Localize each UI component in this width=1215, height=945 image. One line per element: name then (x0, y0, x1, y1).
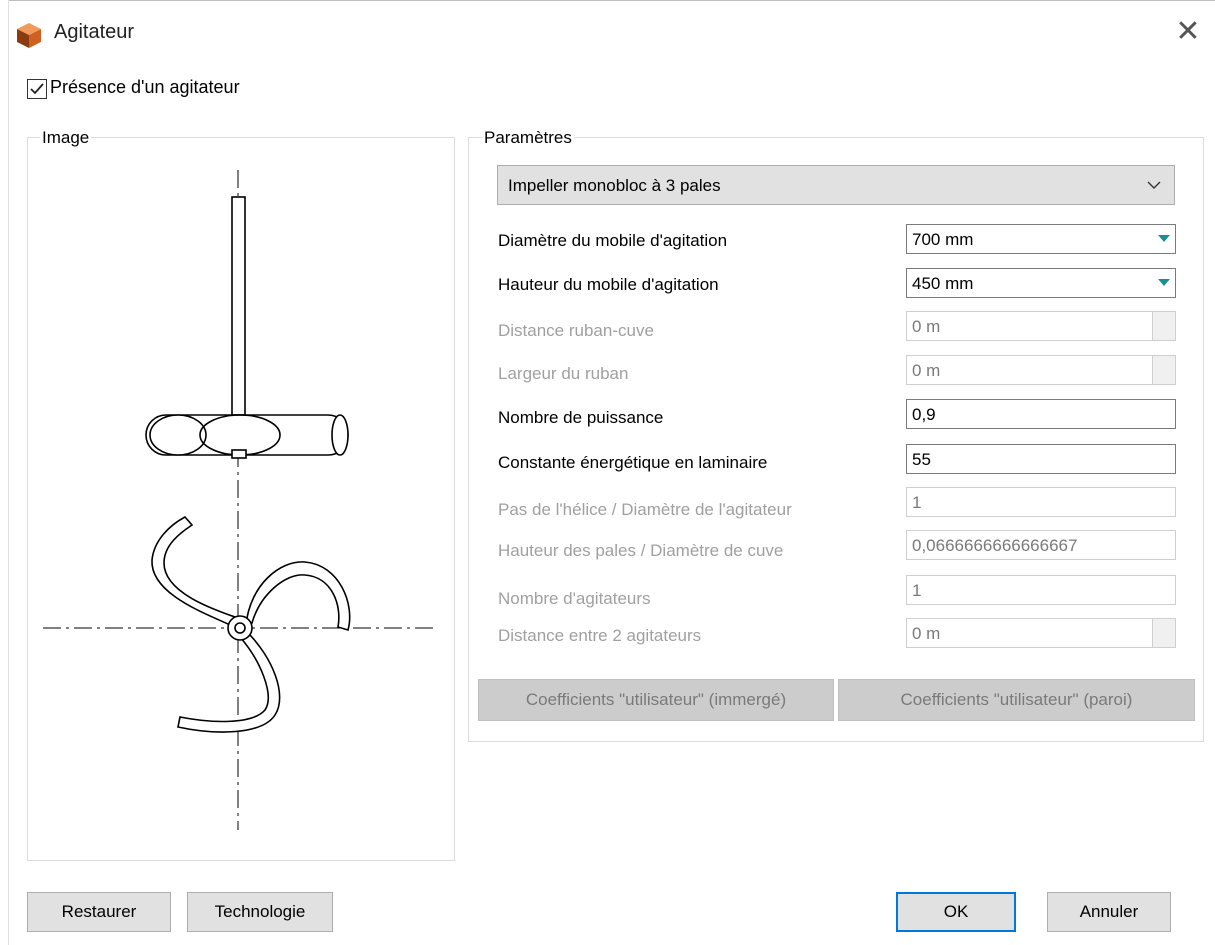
chevron-down-icon (1146, 174, 1162, 199)
cancel-label: Annuler (1079, 902, 1139, 921)
ok-label: OK (943, 902, 969, 921)
agitator-count-field: 1 (906, 575, 1176, 605)
blade-height-field: 0,0666666666666667 (906, 530, 1176, 560)
blade-height-label: Hauteur des pales / Diamètre de cuve (498, 541, 784, 560)
laminar-constant-value: 55 (912, 450, 931, 469)
cancel-button[interactable]: Annuler (1047, 892, 1171, 932)
parameters-group-legend: Paramètres (482, 128, 574, 148)
height-label: Hauteur du mobile d'agitation (498, 275, 719, 294)
window-frame-left (8, 0, 9, 945)
helix-pitch-field: 1 (906, 487, 1176, 517)
unit-button (1152, 356, 1175, 384)
height-dropdown[interactable]: 450 mm (906, 268, 1176, 298)
shaft (231, 196, 246, 416)
restore-label: Restaurer (61, 902, 137, 921)
agitator-drawing (43, 170, 437, 830)
coefficients-immerged-button: Coefficients "utilisateur" (immergé) (478, 679, 834, 721)
helix-pitch-label: Pas de l'hélice / Diamètre de l'agitateu… (498, 500, 792, 519)
window-title: Agitateur (54, 21, 135, 43)
mobile-type-select[interactable]: Impeller monobloc à 3 pales (497, 165, 1175, 205)
unit-button (1152, 619, 1175, 647)
blade-bottom (177, 632, 281, 733)
technology-button[interactable]: Technologie (187, 892, 333, 932)
ribbon-tank-distance-value: 0 m (912, 317, 941, 336)
power-number-input[interactable]: 0,9 (906, 399, 1176, 429)
close-icon[interactable]: ✕ (1168, 12, 1208, 52)
ribbon-width-label: Largeur du ruban (498, 364, 629, 383)
diameter-dropdown[interactable]: 700 mm (906, 224, 1176, 254)
ribbon-tank-distance-label: Distance ruban-cuve (498, 321, 654, 340)
technology-label: Technologie (214, 902, 306, 921)
unit-button (1152, 312, 1175, 340)
app-cube-icon (14, 20, 44, 50)
presence-checkbox[interactable] (27, 79, 47, 99)
agitator-count-value: 1 (912, 581, 922, 600)
height-value: 450 mm (912, 274, 974, 293)
title-bar[interactable]: Agitateur ✕ (0, 0, 1215, 62)
blade-height-value: 0,0666666666666667 (912, 536, 1078, 555)
dropdown-arrow-icon[interactable] (1153, 225, 1175, 253)
ribbon-tank-distance-field: 0 m (906, 311, 1176, 341)
dropdown-arrow-icon[interactable] (1153, 269, 1175, 297)
agitator-count-label: Nombre d'agitateurs (498, 589, 651, 608)
presence-label[interactable]: Présence d'un agitateur (50, 77, 240, 98)
agitator-spacing-field: 0 m (906, 618, 1176, 648)
image-group-legend: Image (40, 128, 92, 148)
power-number-label: Nombre de puissance (498, 408, 664, 427)
laminar-constant-label: Constante énergétique en laminaire (498, 453, 768, 472)
ok-button[interactable]: OK (896, 892, 1016, 932)
agitator-spacing-label: Distance entre 2 agitateurs (498, 626, 702, 645)
ribbon-width-value: 0 m (912, 361, 941, 380)
coefficients-wall-label: Coefficients "utilisateur" (paroi) (900, 690, 1133, 709)
checkmark-icon (30, 83, 44, 95)
restore-button[interactable]: Restaurer (27, 892, 171, 932)
laminar-constant-input[interactable]: 55 (906, 444, 1176, 474)
blade-right (245, 561, 351, 632)
power-number-value: 0,9 (912, 405, 936, 424)
diameter-label: Diamètre du mobile d'agitation (498, 231, 728, 250)
coefficients-immerged-label: Coefficients "utilisateur" (immergé) (525, 690, 787, 709)
mobile-type-value: Impeller monobloc à 3 pales (508, 176, 721, 195)
agitator-spacing-value: 0 m (912, 624, 941, 643)
helix-pitch-value: 1 (912, 493, 922, 512)
ribbon-width-field: 0 m (906, 355, 1176, 385)
blade-left (151, 515, 237, 627)
coefficients-wall-button: Coefficients "utilisateur" (paroi) (838, 679, 1195, 721)
diameter-value: 700 mm (912, 230, 974, 249)
